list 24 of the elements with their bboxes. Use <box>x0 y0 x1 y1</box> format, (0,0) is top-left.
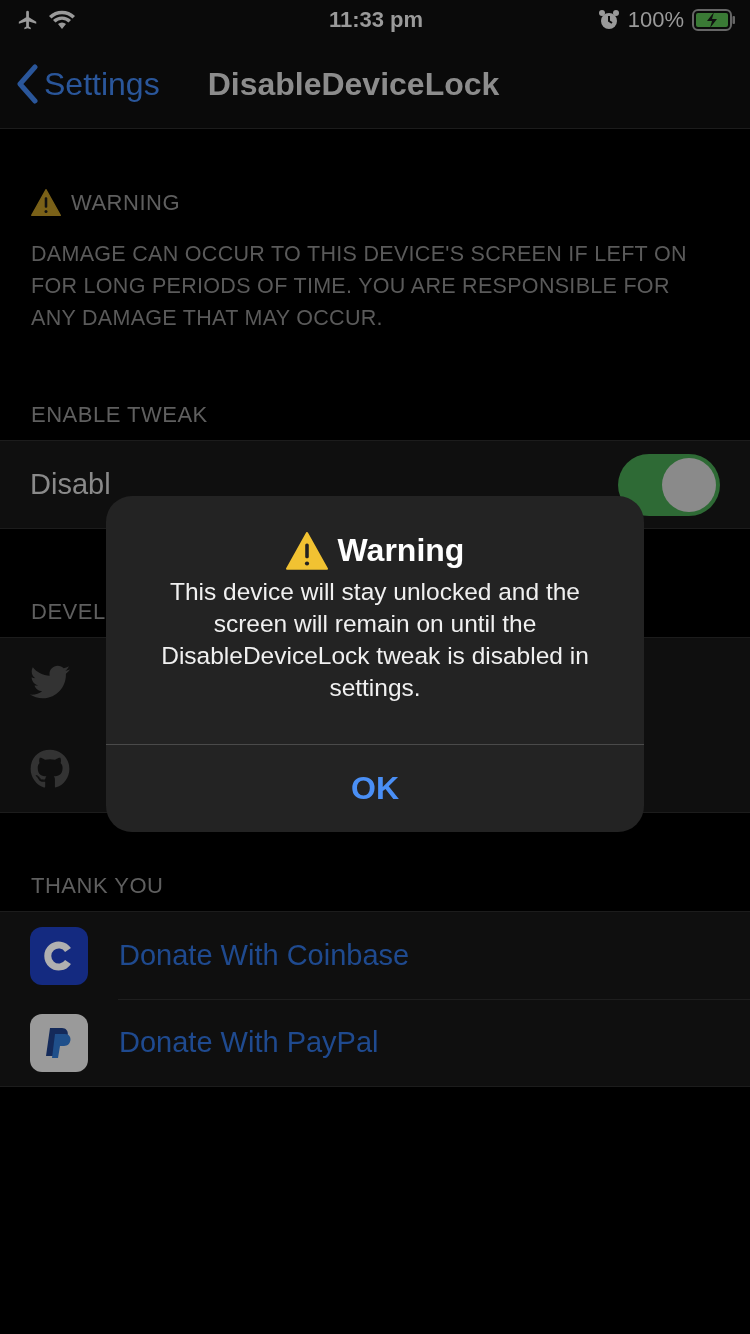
warning-icon <box>31 189 61 216</box>
cat-icon <box>30 748 70 789</box>
section-header: WARNING <box>71 189 180 216</box>
alarm-icon <box>597 9 620 31</box>
battery-icon <box>692 9 736 31</box>
donate-link[interactable]: Donate With PayPal <box>119 1026 379 1059</box>
battery-percentage: 100% <box>627 7 684 33</box>
coinbase-icon <box>30 926 88 985</box>
status-time: 11:33 pm <box>328 7 424 33</box>
wifi-icon <box>48 9 76 31</box>
chevron-left-icon <box>16 64 38 104</box>
section-header: DEVEL <box>31 599 106 625</box>
donate-link[interactable]: Donate With Coinbase <box>119 939 410 972</box>
section-header: THANK YOU <box>31 873 164 899</box>
back-button[interactable]: Settings <box>16 64 160 104</box>
page-title: DisableDeviceLock <box>207 65 500 103</box>
row-label: Disabl <box>30 468 112 501</box>
paypal-icon <box>30 1013 88 1072</box>
alert-title: Warning <box>337 532 465 570</box>
warning-text: DAMAGE CAN OCCUR TO THIS DEVICE'S SCREEN IF LEFT ON FOR LONG PERIODS OF TIME. YOU ARE RESPONSIBLE FOR ANY DAMAGE THAT MAY OCCUR. <box>30 241 688 332</box>
alert-message: This device will stay unlocked and the screen will remain on until the DisableDeviceLock tweak is disabled in settings. <box>160 576 590 703</box>
ok-button[interactable]: OK <box>106 743 644 832</box>
section-header: ENABLE TWEAK <box>31 402 208 428</box>
warning-icon <box>285 532 328 570</box>
